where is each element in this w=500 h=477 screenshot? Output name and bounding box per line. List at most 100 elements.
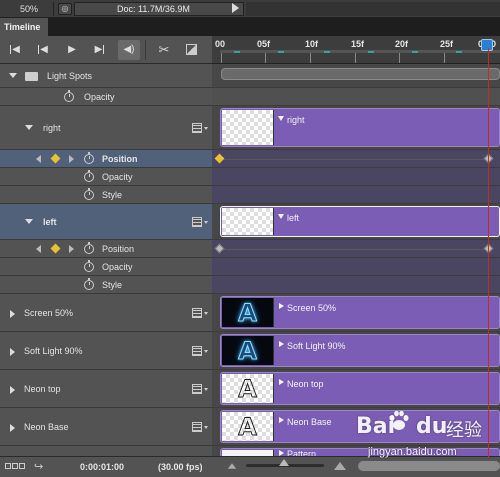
clip-menu-icon[interactable] — [279, 341, 284, 347]
playback-controls: ◀ ◀ ▶ ▶ ◀) ✂ — [0, 36, 212, 64]
time-ruler[interactable]: 00 05f 10f 15f 20f 25f 01:0 — [212, 36, 500, 64]
expand-triangle-icon[interactable] — [10, 385, 15, 394]
video-clip-selected[interactable]: left — [220, 206, 500, 237]
tab-timeline[interactable]: Timeline — [0, 18, 48, 36]
property-label: Style — [102, 189, 123, 200]
thumbnail-glyph: A — [238, 374, 258, 403]
filmstrip-icon[interactable] — [192, 383, 202, 394]
dropdown-arrow-icon[interactable] — [204, 220, 208, 224]
layer-row-partial[interactable] — [0, 446, 212, 456]
clip-menu-icon[interactable] — [279, 379, 284, 385]
previous-keyframe-icon[interactable] — [36, 154, 41, 163]
playhead-line[interactable] — [488, 48, 489, 458]
split-scissors-icon[interactable]: ✂ — [155, 40, 173, 60]
audio-mute-icon[interactable]: ◀) — [118, 40, 140, 60]
zoom-slider-thumb[interactable] — [279, 459, 289, 466]
render-video-icon[interactable]: ↪ — [34, 460, 43, 473]
video-clip[interactable]: A Screen 50% — [220, 296, 500, 329]
filmstrip-icon[interactable] — [192, 122, 202, 133]
zoom-out-icon[interactable] — [227, 463, 237, 469]
dropdown-arrow-icon[interactable] — [204, 311, 208, 315]
previous-keyframe-icon[interactable] — [36, 244, 41, 253]
expand-triangle-icon[interactable] — [10, 347, 15, 356]
keyframe-track-position[interactable] — [212, 150, 500, 168]
clip-name: right — [287, 115, 305, 125]
stopwatch-icon[interactable] — [84, 259, 94, 272]
video-clip[interactable]: right — [220, 108, 500, 147]
property-row-position[interactable]: Position — [0, 150, 212, 168]
stopwatch-icon[interactable] — [64, 89, 74, 102]
clip-menu-icon[interactable] — [279, 303, 284, 309]
layer-row-neonbase[interactable]: Neon Base — [0, 408, 212, 446]
frame-icon[interactable] — [12, 463, 18, 469]
stopwatch-icon[interactable] — [84, 169, 94, 182]
video-clip[interactable]: A Soft Light 90% — [220, 334, 500, 367]
next-keyframe-icon[interactable] — [69, 244, 74, 253]
keyframe-track-position[interactable] — [212, 240, 500, 258]
layer-row-screen[interactable]: Screen 50% — [0, 294, 212, 332]
previous-frame-icon[interactable]: ◀ — [36, 40, 50, 60]
dropdown-arrow-icon[interactable] — [204, 126, 208, 130]
keyframe-diamond[interactable] — [214, 153, 225, 163]
video-clip[interactable]: A Neon Base — [220, 410, 500, 443]
next-frame-icon[interactable]: ▶ — [93, 40, 107, 60]
layer-row-left[interactable]: left — [0, 204, 212, 240]
dropdown-arrow-icon[interactable] — [204, 349, 208, 353]
clip-menu-icon[interactable] — [278, 116, 284, 121]
keyframe-interpolation-line — [220, 158, 490, 160]
layer-row-right[interactable]: right — [0, 106, 212, 150]
clip-track-softlight: A Soft Light 90% — [212, 332, 500, 370]
stopwatch-icon[interactable] — [84, 277, 94, 290]
next-keyframe-icon[interactable] — [69, 154, 74, 163]
clip-menu-icon[interactable] — [279, 417, 284, 423]
keyframe-diamond[interactable] — [214, 243, 225, 253]
expand-triangle-icon[interactable] — [10, 423, 15, 432]
property-track — [212, 186, 500, 204]
transition-icon[interactable] — [184, 40, 198, 60]
status-expand-arrow-icon[interactable] — [232, 3, 239, 13]
collapse-triangle-icon[interactable] — [9, 72, 17, 78]
stopwatch-icon[interactable] — [84, 151, 94, 164]
filmstrip-icon[interactable] — [192, 216, 202, 227]
ruler-tick — [444, 53, 445, 63]
frame-icon[interactable] — [19, 463, 25, 469]
clip-track-left: left — [212, 204, 500, 240]
property-row-position[interactable]: Position — [0, 240, 212, 258]
layer-row-neontop[interactable]: Neon top — [0, 370, 212, 408]
filmstrip-icon[interactable] — [192, 307, 202, 318]
group-bar[interactable] — [221, 68, 500, 80]
go-to-first-frame-icon[interactable]: ◀ — [8, 40, 22, 60]
dropdown-arrow-icon[interactable] — [204, 425, 208, 429]
work-area-marker — [234, 51, 240, 53]
horizontal-scrollbar[interactable] — [358, 461, 500, 471]
property-track — [212, 258, 500, 276]
stopwatch-icon[interactable] — [84, 241, 94, 254]
layer-name: right — [43, 122, 61, 133]
play-icon[interactable]: ▶ — [65, 40, 79, 60]
status-menu-icon[interactable]: ◎ — [58, 3, 72, 15]
timeline-tracks[interactable]: right left A Screen 50% A Soft Light 90%… — [212, 64, 500, 466]
property-track — [212, 276, 500, 294]
filmstrip-icon[interactable] — [192, 345, 202, 356]
dropdown-arrow-icon[interactable] — [204, 387, 208, 391]
filmstrip-icon[interactable] — [192, 421, 202, 432]
zoom-level[interactable]: 50% — [20, 4, 38, 14]
expand-triangle-icon[interactable] — [10, 309, 15, 318]
layer-row-softlight[interactable]: Soft Light 90% — [0, 332, 212, 370]
collapse-triangle-icon[interactable] — [25, 218, 33, 224]
clip-thumbnail — [222, 110, 274, 145]
layer-group-row[interactable]: Light Spots — [0, 64, 212, 88]
add-keyframe-icon[interactable] — [50, 243, 61, 253]
add-keyframe-icon[interactable] — [50, 153, 61, 163]
zoom-in-icon[interactable] — [334, 462, 346, 470]
clip-name: Neon top — [287, 379, 324, 389]
status-divider — [53, 2, 54, 16]
playhead-handle[interactable] — [481, 39, 493, 51]
clip-thumbnail: A — [222, 412, 274, 441]
collapse-triangle-icon[interactable] — [25, 124, 33, 130]
stopwatch-icon[interactable] — [84, 187, 94, 200]
clip-menu-icon[interactable] — [278, 214, 284, 219]
frame-icon[interactable] — [5, 463, 11, 469]
video-clip[interactable]: A Neon top — [220, 372, 500, 405]
ruler-tick — [221, 53, 222, 63]
